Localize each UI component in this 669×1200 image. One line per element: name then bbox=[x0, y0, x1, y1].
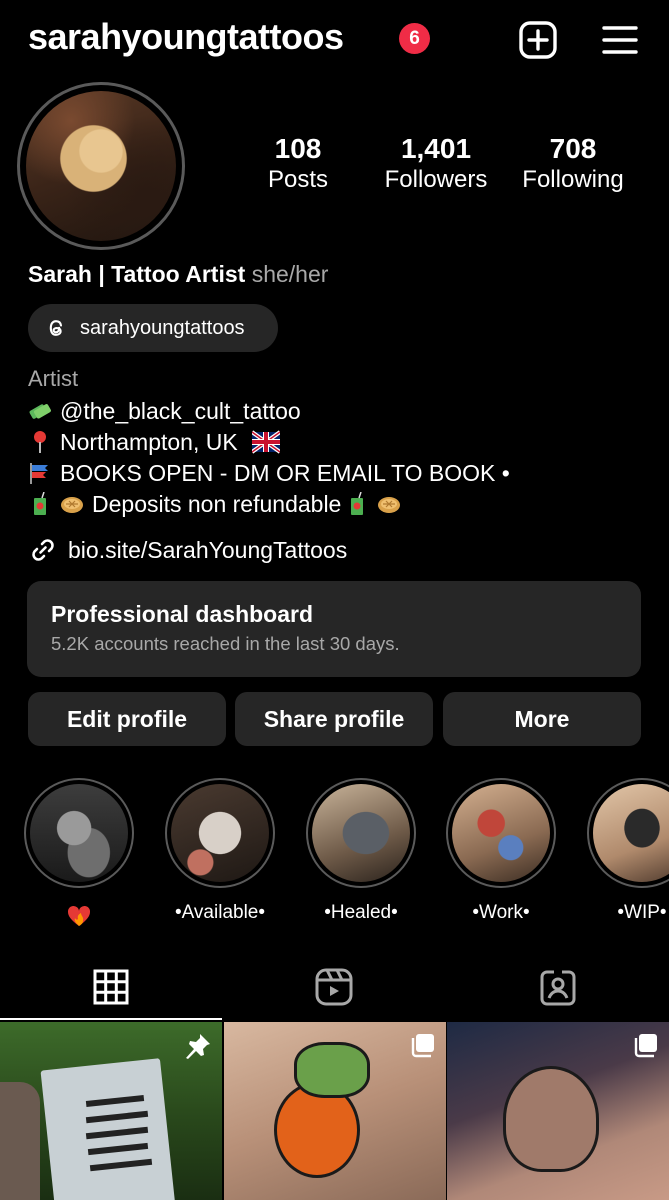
tab-reels[interactable] bbox=[309, 962, 359, 1012]
highlight-label bbox=[24, 902, 134, 934]
bio-studio-text[interactable]: @the_black_cult_tattoo bbox=[60, 398, 301, 424]
reels-icon bbox=[315, 968, 353, 1006]
posts-count-value: 108 bbox=[274, 133, 322, 164]
active-tab-indicator bbox=[0, 1018, 222, 1020]
grid-icon bbox=[93, 969, 129, 1005]
bio-line-deposits: Deposits non refundable bbox=[28, 489, 409, 519]
bio-deposits-text: Deposits non refundable bbox=[92, 491, 342, 517]
highlight-label: •Healed• bbox=[324, 902, 398, 923]
link-icon bbox=[32, 539, 54, 561]
juice-box-emoji-icon bbox=[351, 492, 364, 515]
pinned-icon bbox=[186, 1034, 210, 1059]
tab-posts-grid[interactable] bbox=[86, 962, 136, 1012]
cash-emoji-icon bbox=[29, 404, 51, 419]
profile-avatar[interactable] bbox=[17, 82, 185, 250]
dashboard-title: Professional dashboard bbox=[51, 601, 314, 627]
professional-dashboard[interactable]: Professional dashboard 5.2K accounts rea… bbox=[27, 581, 641, 677]
highlight-ring bbox=[165, 778, 275, 888]
highlight-cover bbox=[171, 784, 269, 882]
highlight-item[interactable]: •WIP• bbox=[587, 778, 669, 924]
highlight-ring bbox=[306, 778, 416, 888]
tab-tagged[interactable] bbox=[533, 962, 583, 1012]
highlight-ring bbox=[24, 778, 134, 888]
pie-emoji-icon bbox=[61, 497, 83, 513]
highlight-cover bbox=[593, 784, 669, 882]
notification-badge[interactable]: 6 bbox=[399, 23, 430, 54]
threads-badge[interactable]: sarahyoungtattoos bbox=[28, 304, 278, 352]
highlight-ring bbox=[587, 778, 669, 888]
dashboard-subtitle: 5.2K accounts reached in the last 30 day… bbox=[51, 633, 400, 654]
carousel-icon bbox=[634, 1034, 657, 1058]
followers-count-value: 1,401 bbox=[400, 133, 472, 164]
uk-flag-icon bbox=[252, 430, 281, 454]
avatar-image bbox=[26, 91, 176, 241]
juice-box-emoji-icon bbox=[34, 492, 46, 515]
bio-link[interactable]: bio.site/SarahYoungTattoos bbox=[28, 535, 347, 565]
highlight-cover bbox=[312, 784, 410, 882]
grid-post[interactable] bbox=[447, 1022, 669, 1200]
tagged-icon bbox=[540, 970, 576, 1006]
share-profile-button[interactable]: Share profile bbox=[235, 692, 433, 746]
pie-emoji-icon bbox=[378, 497, 401, 513]
bio-line-booking: BOOKS OPEN - DM OR EMAIL TO BOOK • bbox=[28, 458, 510, 488]
threads-icon bbox=[49, 320, 63, 336]
bio-booking-text: BOOKS OPEN - DM OR EMAIL TO BOOK • bbox=[60, 460, 510, 486]
display-name-text: Sarah | Tattoo Artist bbox=[28, 261, 246, 287]
highlight-item[interactable]: •Work• bbox=[446, 778, 556, 924]
carp-streamer-emoji-icon bbox=[30, 463, 48, 484]
profile-username[interactable]: sarahyoungtattoos bbox=[28, 16, 344, 58]
menu-icon[interactable] bbox=[598, 18, 642, 62]
display-name: Sarah | Tattoo Artist she/her bbox=[28, 261, 328, 288]
bio-line-studio: @the_black_cult_tattoo bbox=[28, 396, 301, 426]
bio-location-text: Northampton, UK bbox=[60, 429, 238, 455]
following-count[interactable]: 708 Following bbox=[513, 133, 633, 195]
posts-count-label: Posts bbox=[267, 166, 329, 193]
bio-line-location: Northampton, UK bbox=[28, 427, 288, 457]
profile-category: Artist bbox=[28, 366, 79, 391]
edit-profile-button[interactable]: Edit profile bbox=[28, 692, 226, 746]
pin-emoji-icon bbox=[34, 431, 46, 453]
bio-link-text: bio.site/SarahYoungTattoos bbox=[68, 536, 348, 563]
fire-heart-icon bbox=[67, 905, 91, 926]
following-count-label: Following bbox=[522, 166, 624, 193]
highlight-cover bbox=[30, 784, 128, 882]
highlight-cover bbox=[452, 784, 550, 882]
posts-count[interactable]: 108 Posts bbox=[248, 133, 348, 195]
highlight-ring bbox=[446, 778, 556, 888]
followers-count-label: Followers bbox=[384, 166, 488, 193]
carousel-icon bbox=[411, 1034, 434, 1058]
add-post-icon[interactable] bbox=[516, 18, 560, 62]
highlight-label: •Work• bbox=[472, 902, 530, 923]
threads-handle: sarahyoungtattoos bbox=[80, 316, 245, 339]
highlight-item[interactable]: •Healed• bbox=[306, 778, 416, 924]
highlight-label: •Available• bbox=[174, 902, 266, 923]
more-button[interactable]: More bbox=[443, 692, 641, 746]
highlight-item[interactable]: •Available• bbox=[165, 778, 275, 924]
pronouns: she/her bbox=[251, 261, 329, 287]
grid-post[interactable] bbox=[0, 1022, 222, 1200]
following-count-value: 708 bbox=[549, 133, 597, 164]
grid-post[interactable] bbox=[224, 1022, 446, 1200]
highlight-item[interactable] bbox=[24, 778, 134, 934]
highlight-label: •WIP• bbox=[617, 902, 667, 923]
followers-count[interactable]: 1,401 Followers bbox=[376, 133, 496, 195]
